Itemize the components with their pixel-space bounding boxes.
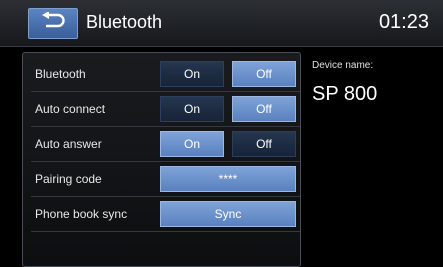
phone-book-sync-row: Phone book sync Sync [31,197,300,232]
auto-answer-row: Auto answer On Off [31,127,300,162]
pairing-code-row: Pairing code **** [31,162,300,197]
bluetooth-off-button[interactable]: Off [232,61,296,87]
auto-connect-on-button[interactable]: On [160,96,224,122]
auto-answer-off-button[interactable]: Off [232,131,296,157]
page-title: Bluetooth [86,12,163,32]
bluetooth-label: Bluetooth [35,67,86,81]
auto-connect-off-button[interactable]: Off [232,96,296,122]
header-bar: Bluetooth 01:23 [0,0,443,47]
pairing-code-label: Pairing code [35,172,102,186]
pairing-code-button[interactable]: **** [160,166,296,192]
auto-answer-label: Auto answer [35,137,102,151]
bluetooth-row: Bluetooth On Off [31,57,300,92]
bluetooth-on-button[interactable]: On [160,61,224,87]
sync-button[interactable]: Sync [160,201,296,227]
clock: 01:23 [378,11,429,33]
auto-connect-label: Auto connect [35,102,106,116]
device-name-label: Device name: [312,60,374,71]
back-button[interactable] [28,8,78,39]
phone-book-sync-label: Phone book sync [35,207,128,221]
auto-answer-on-button[interactable]: On [160,131,224,157]
settings-panel: Bluetooth On Off Auto connect On Off Aut… [22,52,301,267]
auto-connect-row: Auto connect On Off [31,92,300,127]
back-icon [40,11,66,35]
device-name-value: SP 800 [312,83,378,105]
